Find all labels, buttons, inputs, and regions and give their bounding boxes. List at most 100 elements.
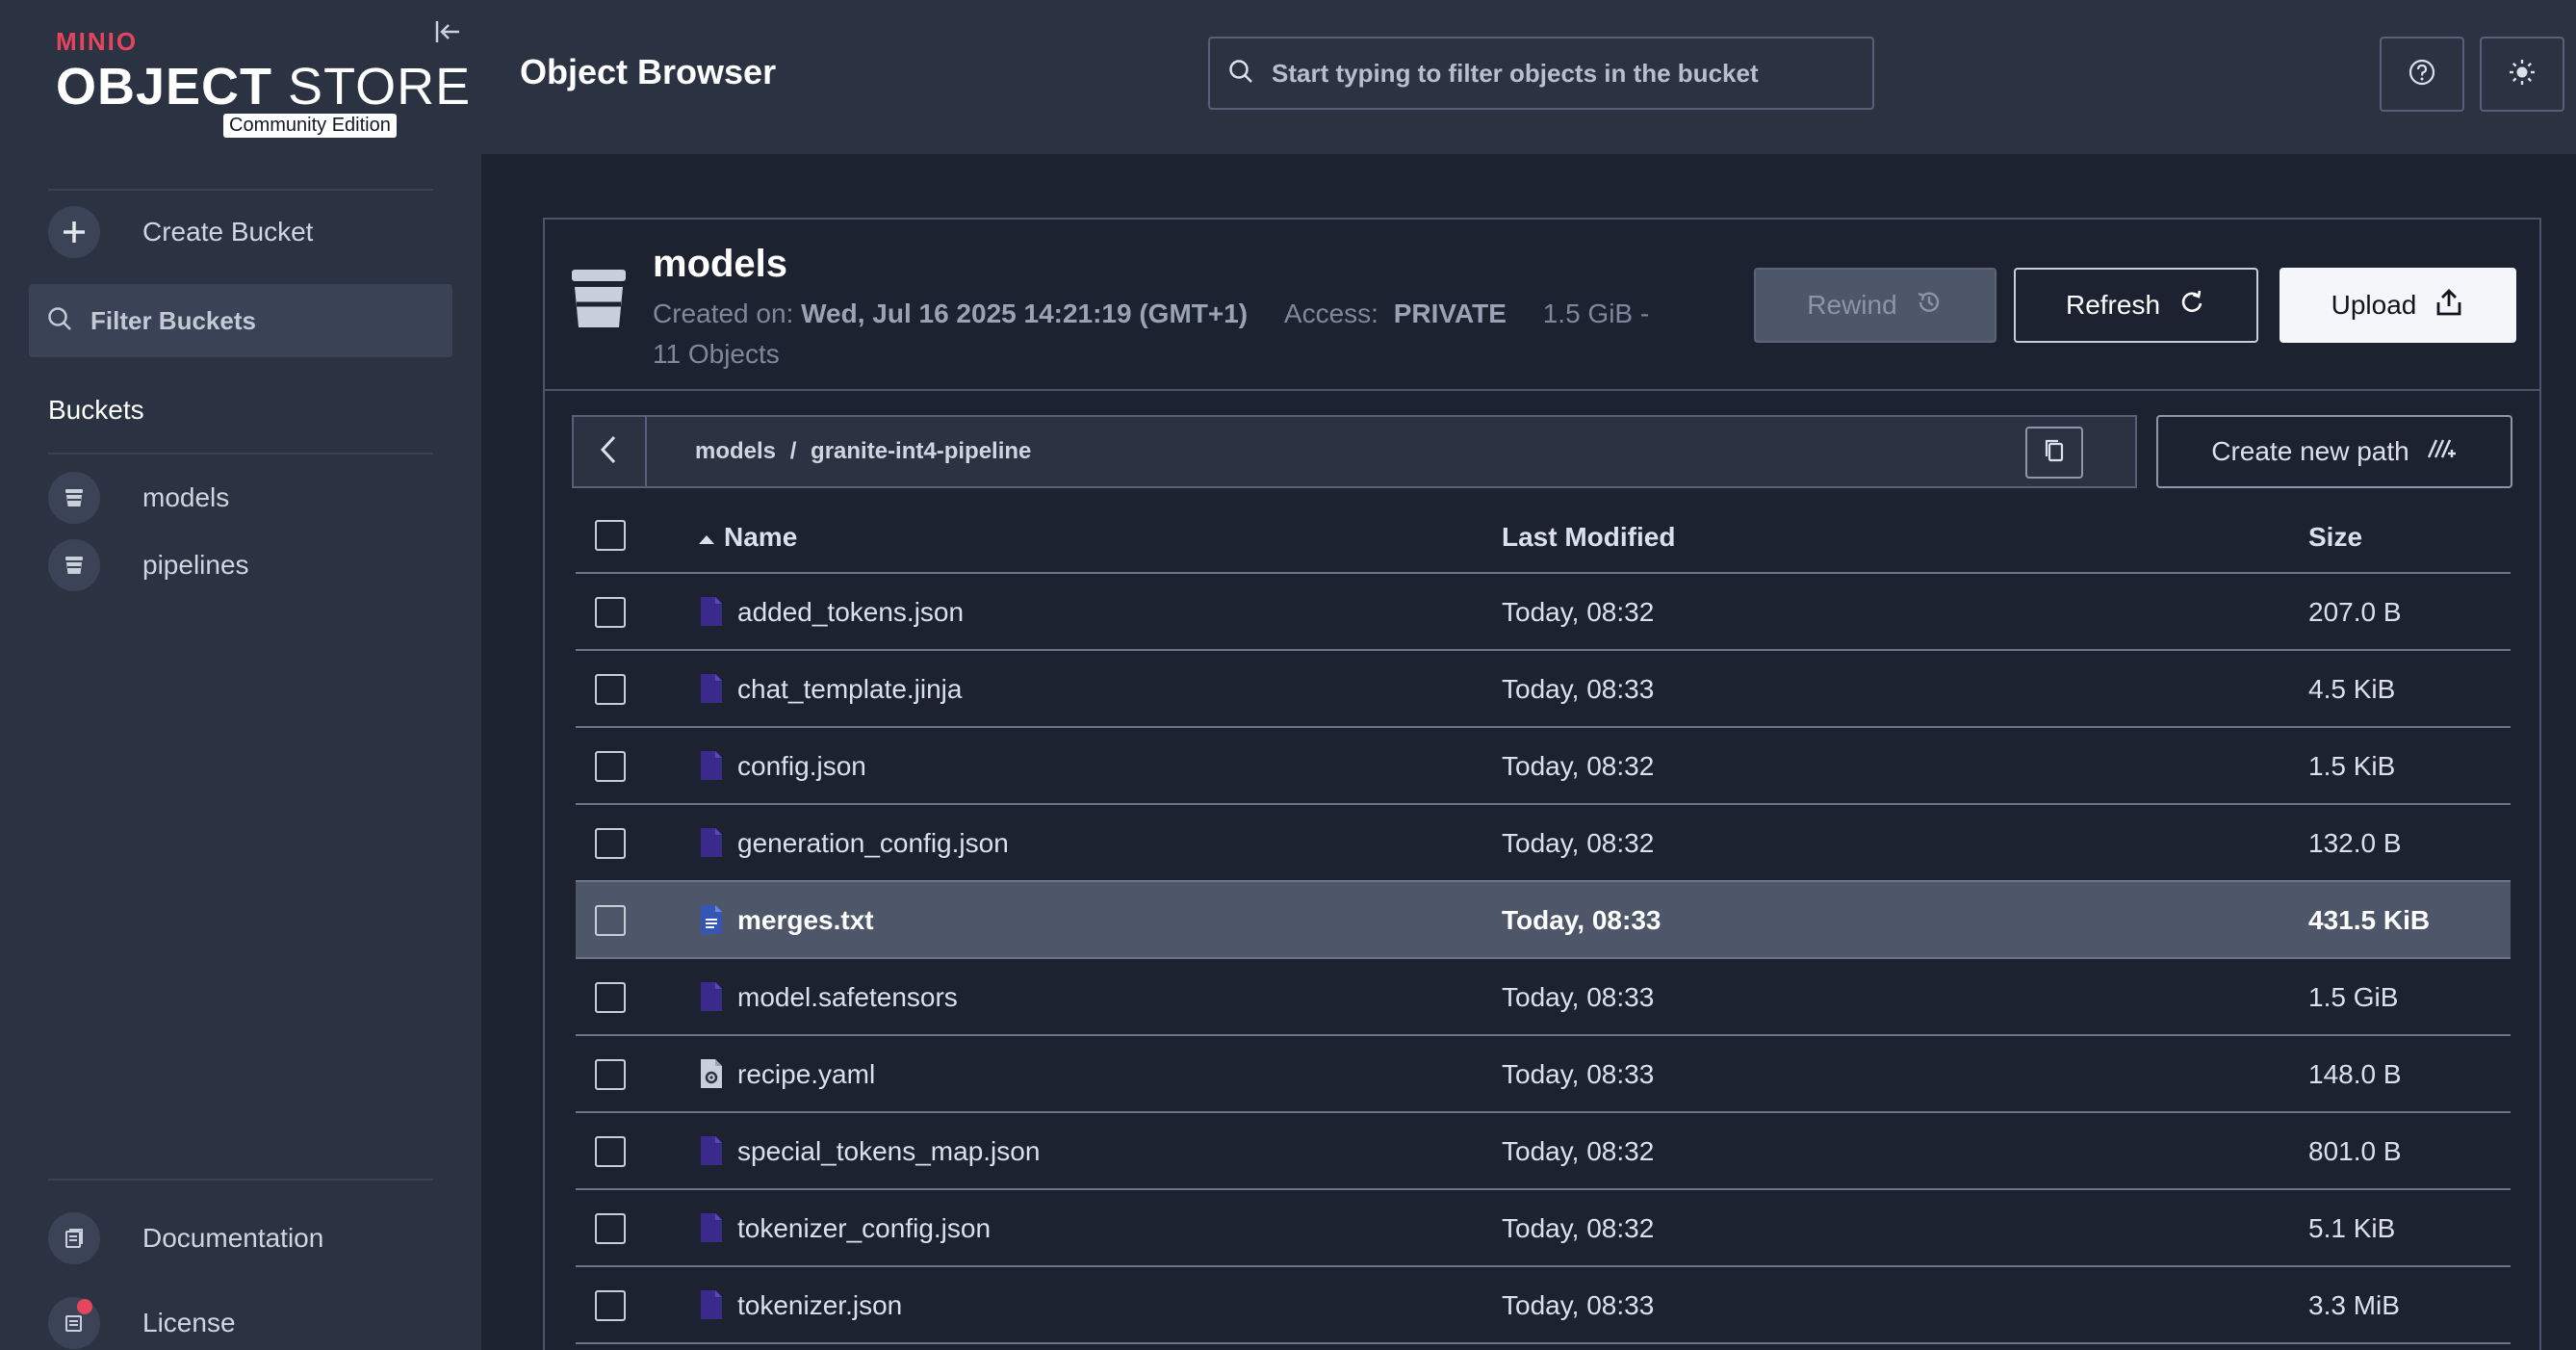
collapse-sidebar-icon[interactable]	[431, 17, 464, 50]
file-icon	[699, 749, 724, 782]
object-size: 5.1 KiB	[2308, 1213, 2396, 1243]
theme-toggle-button[interactable]	[2480, 37, 2564, 112]
file-icon	[699, 595, 724, 628]
object-last-modified: Today, 08:33	[1502, 905, 1662, 935]
object-last-modified: Today, 08:32	[1502, 751, 1655, 781]
column-header-name[interactable]: Name	[697, 522, 797, 553]
page-title: Object Browser	[520, 52, 777, 91]
object-name[interactable]: tokenizer.json	[737, 1290, 902, 1321]
created-label: Created on:	[653, 299, 794, 328]
buckets-heading: Buckets	[48, 395, 144, 425]
column-header-last-modified[interactable]: Last Modified	[1502, 522, 1675, 553]
sidebar-item-label: pipelines	[142, 550, 249, 580]
refresh-label: Refresh	[2065, 290, 2161, 320]
row-checkbox[interactable]	[595, 751, 626, 782]
access-value: PRIVATE	[1393, 299, 1507, 328]
row-checkbox[interactable]	[595, 1290, 626, 1321]
object-name[interactable]: generation_config.json	[737, 828, 1009, 859]
top-bar: Object Browser	[481, 0, 2576, 154]
sun-icon	[2508, 58, 2537, 91]
row-checkbox[interactable]	[595, 982, 626, 1013]
row-checkbox[interactable]	[595, 597, 626, 628]
breadcrumb-folder[interactable]: granite-int4-pipeline	[811, 438, 1031, 464]
table-row[interactable]: special_tokens_map.json Today, 08:32 801.0…	[576, 1113, 2511, 1190]
sidebar-item-models[interactable]: models	[48, 472, 229, 524]
sidebar-item-label: License	[142, 1308, 236, 1337]
row-checkbox[interactable]	[595, 1136, 626, 1167]
object-name[interactable]: config.json	[737, 751, 866, 782]
file-icon	[699, 1288, 724, 1321]
breadcrumb-bucket[interactable]: models	[695, 438, 776, 464]
logo-title-light: STORE	[272, 58, 472, 116]
row-checkbox[interactable]	[595, 828, 626, 859]
table-row[interactable]: config.json Today, 08:32 1.5 KiB	[576, 728, 2511, 805]
file-icon	[699, 980, 724, 1013]
logo-title-bold: OBJECT	[56, 58, 273, 116]
table-row[interactable]: tokenizer_config.json Today, 08:32 5.1 KiB	[576, 1190, 2511, 1267]
sidebar-item-pipelines[interactable]: pipelines	[48, 539, 249, 591]
search-icon	[46, 305, 73, 337]
object-name[interactable]: added_tokens.json	[737, 597, 964, 628]
object-search-field[interactable]	[1208, 37, 1874, 110]
object-size: 1.5 KiB	[2308, 751, 2396, 781]
object-name[interactable]: special_tokens_map.json	[737, 1136, 1040, 1167]
created-value: Wed, Jul 16 2025 14:21:19 (GMT+1)	[801, 299, 1249, 328]
sidebar-item-label: Documentation	[142, 1223, 324, 1253]
row-checkbox[interactable]	[595, 905, 626, 936]
chevron-left-icon	[598, 434, 621, 470]
object-search-input[interactable]	[1272, 58, 1849, 89]
create-bucket-label: Create Bucket	[142, 217, 314, 247]
row-checkbox[interactable]	[595, 1059, 626, 1090]
object-name[interactable]: tokenizer_config.json	[737, 1213, 991, 1244]
select-all-checkbox[interactable]	[595, 520, 626, 551]
sidebar-item-documentation[interactable]: Documentation	[48, 1212, 323, 1264]
back-button[interactable]	[574, 417, 647, 486]
logo-title: OBJECT STORE	[56, 59, 471, 115]
object-size: 132.0 B	[2308, 828, 2402, 858]
sort-ascending-icon	[697, 522, 724, 552]
object-last-modified: Today, 08:32	[1502, 1213, 1655, 1243]
new-path-icon	[2427, 436, 2458, 468]
logo-edition: Community Edition	[223, 114, 397, 138]
object-name[interactable]: model.safetensors	[737, 982, 958, 1013]
object-name[interactable]: recipe.yaml	[737, 1059, 875, 1090]
row-checkbox[interactable]	[595, 674, 626, 705]
upload-icon	[2434, 287, 2464, 325]
refresh-button[interactable]: Refresh	[2014, 268, 2258, 343]
search-icon	[1227, 58, 1254, 90]
logo-brand: MINIO	[56, 27, 139, 56]
upload-button[interactable]: Upload	[2280, 268, 2516, 343]
access-label: Access:	[1283, 299, 1378, 328]
filter-buckets-field[interactable]	[29, 284, 452, 357]
refresh-icon	[2177, 288, 2206, 324]
object-size: 801.0 B	[2308, 1136, 2402, 1166]
table-row[interactable]: tokenizer.json Today, 08:33 3.3 MiB	[576, 1267, 2511, 1344]
rewind-button[interactable]: Rewind	[1754, 268, 1996, 343]
table-row[interactable]: generation_config.json Today, 08:32 132.0 …	[576, 805, 2511, 882]
table-row[interactable]: recipe.yaml Today, 08:33 148.0 B	[576, 1036, 2511, 1113]
file-icon	[699, 672, 724, 705]
row-checkbox[interactable]	[595, 1213, 626, 1244]
minio-logo[interactable]: MINIO OBJECT STORE Community Edition	[56, 27, 471, 138]
create-new-path-label: Create new path	[2211, 436, 2409, 466]
bucket-header: models Created on: Wed, Jul 16 2025 14:2…	[543, 218, 2541, 391]
sidebar-item-license[interactable]: License	[48, 1297, 236, 1349]
filter-buckets-input[interactable]	[90, 305, 437, 336]
table-row[interactable]: chat_template.jinja Today, 08:33 4.5 KiB	[576, 651, 2511, 728]
help-button[interactable]	[2380, 37, 2464, 112]
object-name[interactable]: chat_template.jinja	[737, 674, 962, 705]
config-file-icon	[699, 1057, 724, 1090]
create-new-path-button[interactable]: Create new path	[2156, 415, 2512, 488]
table-row[interactable]: added_tokens.json Today, 08:32 207.0 B	[576, 574, 2511, 651]
copy-path-button[interactable]	[2025, 427, 2083, 479]
create-bucket-button[interactable]: Create Bucket	[48, 206, 313, 258]
table-row[interactable]: model.safetensors Today, 08:33 1.5 GiB	[576, 959, 2511, 1036]
bucket-icon	[48, 472, 100, 524]
documentation-icon	[48, 1212, 100, 1264]
bucket-icon	[570, 268, 628, 334]
column-header-size[interactable]: Size	[2308, 522, 2362, 553]
object-last-modified: Today, 08:33	[1502, 1290, 1655, 1320]
table-body: added_tokens.json Today, 08:32 207.0 B chat…	[576, 574, 2511, 1344]
table-row[interactable]: merges.txt Today, 08:33 431.5 KiB	[576, 882, 2511, 959]
object-name[interactable]: merges.txt	[737, 905, 874, 936]
